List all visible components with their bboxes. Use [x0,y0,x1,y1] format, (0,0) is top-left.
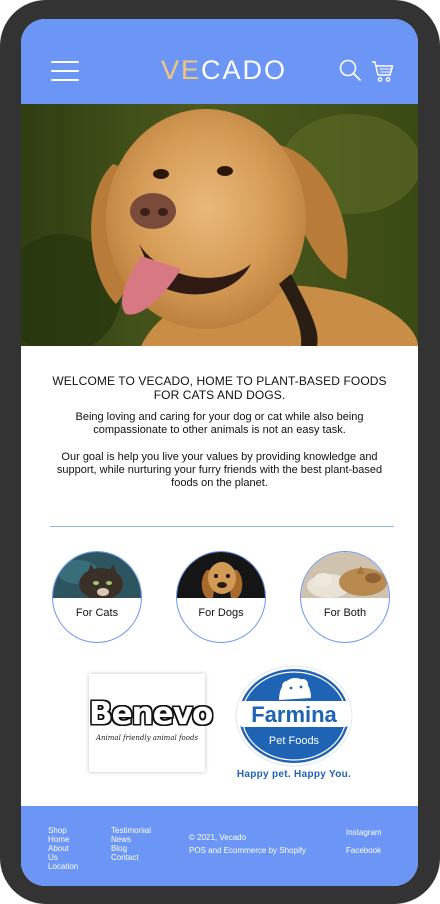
footer-link-location[interactable]: Location [48,862,78,871]
benevo-tagline: Animal friendly animal foods [95,734,199,742]
benevo-name: Benevo [89,696,213,732]
category-both[interactable]: For Both [300,551,390,643]
footer-link-news[interactable]: News [111,835,151,844]
farmina-sub: Pet Foods [269,735,320,747]
welcome-heading: WELCOME TO VECADO, HOME TO PLANT-BASED F… [52,374,387,402]
powered-by-text[interactable]: POS and Ecommerce by Shopify [189,846,306,855]
logo-text: CADO [201,55,288,85]
footer-copyright-block: © 2021, Vecado POS and Ecommerce by Shop… [189,833,306,855]
footer-link-blog[interactable]: Blog [111,844,151,853]
phone-frame: VECADO WELCOME TO VECADO, HOME TO PLANT-… [0,0,440,904]
footer-link-testimonial[interactable]: Testimonial [111,826,151,835]
cat-and-dog-photo [301,552,389,598]
cart-icon[interactable] [371,59,395,83]
search-icon[interactable] [339,59,361,81]
benevo-logo[interactable]: Benevo Animal friendly animal foods [89,674,213,772]
category-dogs[interactable]: For Dogs [176,551,266,643]
category-label: For Dogs [198,607,244,619]
site-footer: Shop Home About Us Location Testimonial … [21,806,418,886]
footer-social-links: Instagram Facebook [346,828,382,855]
screen: VECADO WELCOME TO VECADO, HOME TO PLANT-… [21,19,418,886]
intro-section: WELCOME TO VECADO, HOME TO PLANT-BASED F… [43,374,396,490]
section-divider [50,526,394,527]
instagram-link[interactable]: Instagram [346,828,382,837]
category-label: For Cats [75,607,119,619]
footer-link-about-us[interactable]: About Us [48,844,78,862]
footer-links-primary: Shop Home About Us Location [48,826,78,871]
menu-icon[interactable] [51,61,79,81]
farmina-logo[interactable]: Farmina Pet Foods [235,664,353,784]
footer-links-secondary: Testimonial News Blog Contact [111,826,151,862]
hero-dog-image [21,104,418,346]
farmina-slogan: Happy pet. Happy You. [236,769,352,780]
site-header: VECADO [21,19,418,104]
cat-photo [53,552,141,598]
footer-link-home[interactable]: Home [48,835,78,844]
copyright-text: © 2021, Vecado [189,833,247,842]
goal-paragraph: Our goal is help you live your values by… [56,451,383,489]
dog-photo [177,552,265,598]
footer-link-shop[interactable]: Shop [48,826,78,835]
logo-accent-text: VE [161,55,202,85]
category-cats[interactable]: For Cats [52,551,142,643]
footer-link-contact[interactable]: Contact [111,853,151,862]
farmina-name: Farmina [251,702,337,727]
facebook-link[interactable]: Facebook [346,846,382,855]
category-label: For Both [323,607,367,619]
intro-paragraph: Being loving and caring for your dog or … [75,411,364,436]
site-logo[interactable]: VECADO [161,55,287,85]
